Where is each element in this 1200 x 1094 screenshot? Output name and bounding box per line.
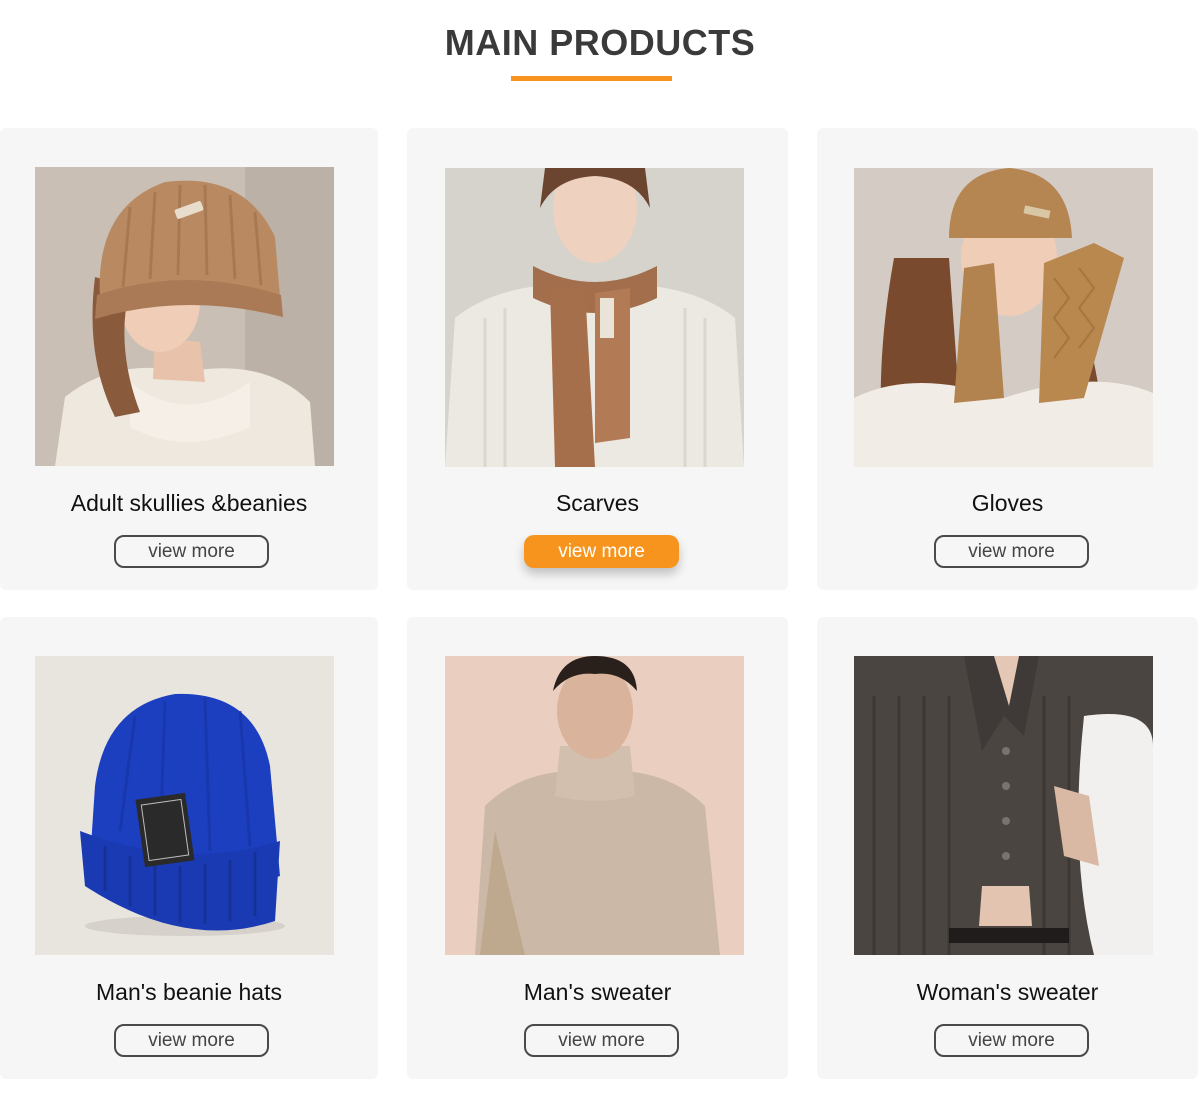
product-image-gloves[interactable] [854,168,1153,467]
product-image-beanie-hats[interactable] [35,656,334,955]
product-card-mans-sweater: Man's sweater view more [407,617,788,1079]
product-card-beanie-hats: Man's beanie hats view more [0,617,378,1079]
view-more-button-scarves[interactable]: view more [524,535,679,568]
product-name: Woman's sweater [916,979,1099,1005]
product-name: Man's sweater [523,979,672,1005]
product-image-scarves[interactable] [445,168,744,467]
title-underline [511,76,672,81]
product-name: Scarves [555,490,640,516]
view-more-button-womans-sweater[interactable]: view more [934,1024,1089,1057]
view-more-button-gloves[interactable]: view more [934,535,1089,568]
product-image-mans-sweater[interactable] [445,656,744,955]
product-image-womans-sweater[interactable] [854,656,1153,955]
view-more-button-beanies[interactable]: view more [114,535,269,568]
product-name: Gloves [971,490,1044,516]
product-card-scarves: Scarves view more [407,128,788,590]
product-name: Adult skullies &beanies [70,490,308,516]
view-more-button-mans-sweater[interactable]: view more [524,1024,679,1057]
product-card-beanies: Adult skullies &beanies view more [0,128,378,590]
section-title: MAIN PRODUCTS [444,22,756,63]
product-name: Man's beanie hats [96,979,282,1005]
product-card-gloves: Gloves view more [817,128,1198,590]
view-more-button-beanie-hats[interactable]: view more [114,1024,269,1057]
product-card-womans-sweater: Woman's sweater view more [817,617,1198,1079]
product-image-beanies[interactable] [35,167,334,466]
